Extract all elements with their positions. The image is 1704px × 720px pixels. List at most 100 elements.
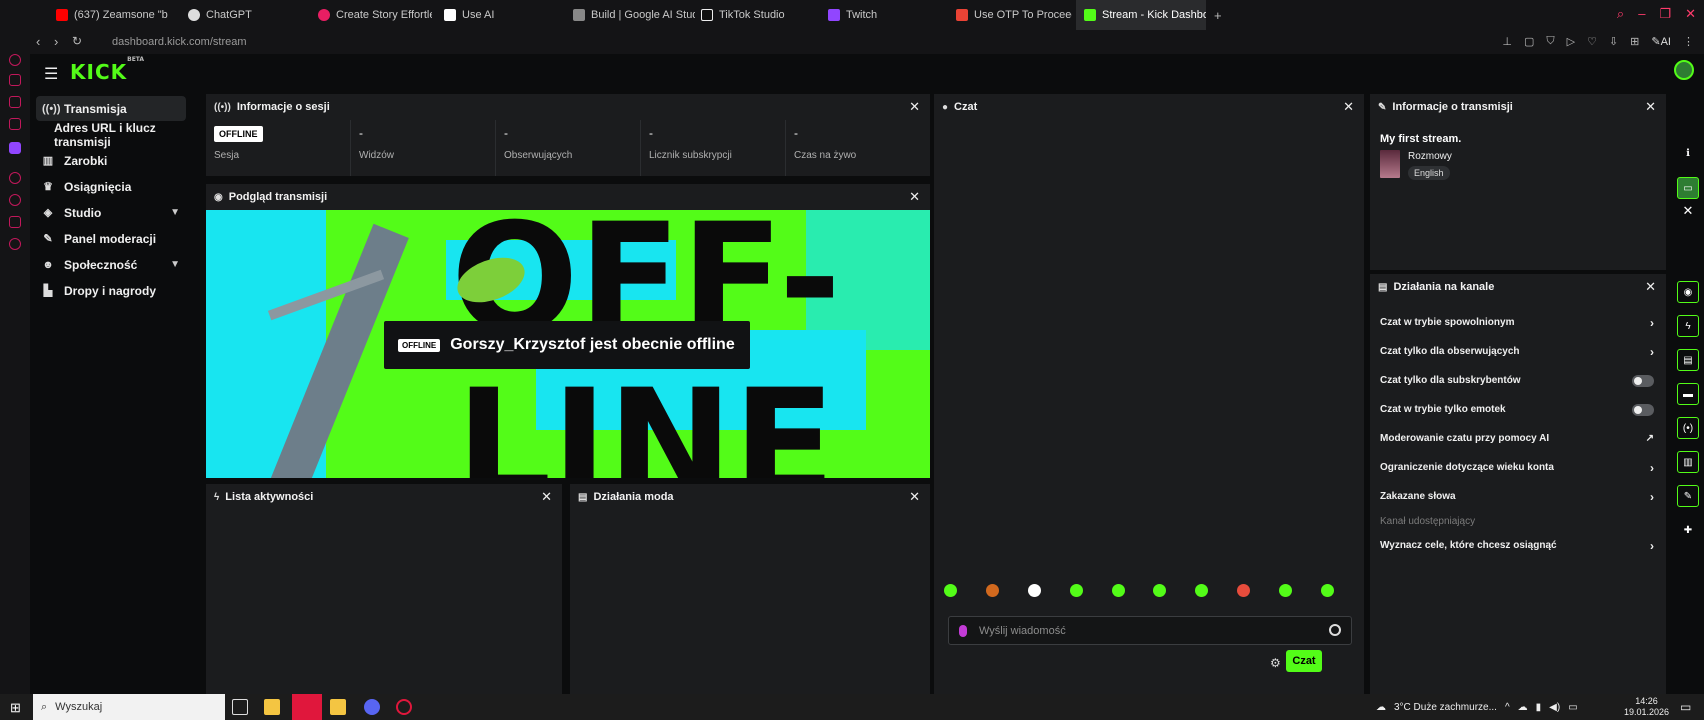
player-icon[interactable]	[9, 172, 21, 184]
gear-icon[interactable]: ⚙	[1270, 656, 1281, 670]
preview-icon[interactable]: ◉	[1677, 281, 1699, 303]
messenger-icon[interactable]	[9, 96, 21, 108]
close-icon[interactable]: ✕	[1645, 279, 1656, 295]
weather-icon[interactable]: ☁	[1376, 702, 1386, 713]
list-icon[interactable]: ▥	[1677, 451, 1699, 473]
settings-icon[interactable]	[9, 238, 21, 250]
notification-icon[interactable]: ▭	[1680, 700, 1691, 714]
tray-overflow-icon[interactable]: ^	[1505, 702, 1510, 713]
sidebar-item-zarobki[interactable]: ▥ Zarobki	[36, 148, 186, 173]
action-followers-only[interactable]: Czat tylko dla obserwujących ›	[1370, 337, 1666, 366]
category-thumbnail[interactable]	[1380, 150, 1400, 178]
close-icon[interactable]: ✕	[1685, 6, 1696, 22]
broadcast-icon[interactable]: (•)	[1677, 417, 1699, 439]
history-icon[interactable]	[9, 194, 21, 206]
forward-icon[interactable]: ›	[54, 34, 58, 49]
chat-message-input[interactable]: Wyślij wiadomość	[948, 616, 1352, 645]
bag-icon[interactable]	[9, 74, 21, 86]
close-icon[interactable]: ✕	[1677, 200, 1699, 222]
add-widget-icon[interactable]: ✚	[1677, 519, 1699, 541]
sidebar-item-stream-key[interactable]: Adres URL i klucz transmisji	[36, 121, 186, 149]
browser-tab-kick-active[interactable]: Stream - Kick Dashboard	[1076, 0, 1206, 30]
info-icon[interactable]: ℹ	[1677, 142, 1699, 164]
network-icon[interactable]: ▮	[1536, 702, 1542, 713]
close-icon[interactable]: ✕	[909, 489, 920, 505]
hamburger-menu-icon[interactable]: ☰	[44, 64, 58, 84]
browser-tab-tiktok[interactable]: TikTok Studio	[693, 0, 813, 30]
emote-icon[interactable]	[1027, 584, 1041, 597]
emote-icon[interactable]	[985, 584, 999, 597]
browser-tab-gmail[interactable]: Use OTP To Proceed - so	[948, 0, 1072, 30]
browser-tab-create-story[interactable]: Create Story Effortlessly w	[310, 0, 432, 30]
back-icon[interactable]: ‹	[36, 34, 40, 49]
emote-icon[interactable]	[1195, 584, 1209, 597]
kick-widget-icon[interactable]: ▭	[1677, 177, 1699, 199]
emote-icon[interactable]	[1069, 584, 1083, 597]
opera-ai-icon[interactable]	[9, 54, 21, 66]
emote-icon[interactable]	[1320, 584, 1334, 597]
sidebar-item-studio[interactable]: ◈ Studio ▼	[36, 200, 186, 225]
sidebar-item-spolecznosc[interactable]: ☻ Społeczność ▼	[36, 252, 186, 277]
reload-icon[interactable]: ↻	[72, 34, 82, 48]
user-avatar[interactable]	[1674, 60, 1694, 80]
sidebar-item-panel-moderacji[interactable]: ✎ Panel moderacji	[36, 226, 186, 251]
opera-taskbar-icon[interactable]	[292, 694, 322, 720]
emote-icon[interactable]	[944, 584, 957, 597]
close-icon[interactable]: ✕	[909, 189, 920, 205]
opera-gx-icon[interactable]	[396, 699, 412, 715]
browser-tab-twitch[interactable]: Twitch	[820, 0, 940, 30]
emote-icon[interactable]	[1279, 584, 1292, 597]
twitch-sidebar-icon[interactable]	[9, 142, 21, 154]
action-slow-mode[interactable]: Czat w trybie spowolnionym ›	[1370, 308, 1666, 337]
windows-start-icon[interactable]: ⊞	[10, 700, 21, 716]
chat-icon[interactable]: ▬	[1677, 383, 1699, 405]
emote-icon[interactable]	[1237, 584, 1251, 597]
wrench-icon[interactable]: ✎	[1677, 485, 1699, 507]
subscribers-only-toggle[interactable]	[1632, 374, 1654, 387]
action-goals[interactable]: Wyznacz cele, które chcesz osiągnąć ›	[1370, 531, 1666, 560]
minimize-icon[interactable]: –	[1638, 6, 1645, 22]
notes-icon[interactable]	[330, 699, 346, 715]
play-icon[interactable]: ▷	[1567, 35, 1575, 48]
url-field[interactable]: dashboard.kick.com/stream	[112, 36, 247, 48]
close-icon[interactable]: ✕	[541, 489, 552, 505]
kick-logo[interactable]: KICKBETA	[70, 56, 144, 84]
ai-button[interactable]: ✎AI	[1651, 35, 1671, 48]
new-tab-button[interactable]: +	[1206, 0, 1230, 30]
youtube-music-icon[interactable]	[9, 118, 21, 130]
action-account-age[interactable]: Ograniczenie dotyczące wieku konta ›	[1370, 453, 1666, 482]
volume-icon[interactable]: ◀)	[1549, 702, 1560, 713]
maximize-icon[interactable]: ❐	[1659, 6, 1671, 22]
chat-send-button[interactable]: Czat	[1286, 650, 1322, 672]
snapshot-icon[interactable]: ▢	[1524, 35, 1534, 48]
extensions-icon[interactable]: ⊞	[1630, 35, 1639, 48]
menu-icon[interactable]: ⋮	[1683, 35, 1694, 48]
pin-icon[interactable]: ⊥	[1502, 35, 1512, 48]
action-ai-moderation[interactable]: Moderowanie czatu przy pomocy AI ↗	[1370, 424, 1666, 453]
bolt-icon[interactable]: ϟ	[1677, 315, 1699, 337]
download-icon[interactable]: ⇩	[1609, 35, 1618, 48]
emote-only-toggle[interactable]	[1632, 403, 1654, 416]
browser-tab-chatgpt[interactable]: ChatGPT	[180, 0, 290, 30]
sidebar-item-transmisja[interactable]: ((•)) Transmisja	[36, 96, 186, 121]
sidebar-item-dropy[interactable]: ▙ Dropy i nagrody	[36, 278, 186, 303]
emoji-icon[interactable]	[1329, 624, 1341, 636]
close-icon[interactable]: ✕	[1343, 99, 1354, 115]
clock[interactable]: 14:26 19.01.2026	[1624, 696, 1669, 718]
close-icon[interactable]: ✕	[1645, 99, 1656, 115]
chat-sidebar-icon[interactable]	[9, 216, 21, 228]
discord-icon[interactable]	[364, 699, 380, 715]
emote-icon[interactable]	[1153, 584, 1167, 597]
microphone-icon[interactable]	[959, 624, 967, 637]
close-icon[interactable]: ✕	[909, 99, 920, 115]
browser-tab-youtube[interactable]: (637) Zeamsone "bb" - Yo	[48, 0, 168, 30]
document-icon[interactable]: ▤	[1677, 349, 1699, 371]
sidebar-item-osiagniecia[interactable]: ♛ Osiągnięcia	[36, 174, 186, 199]
browser-tab-use-ai[interactable]: Use AI	[436, 0, 556, 30]
search-icon[interactable]: ⌕	[1617, 6, 1624, 22]
shield-icon[interactable]: ⛉	[1546, 35, 1554, 48]
heart-icon[interactable]: ♡	[1587, 35, 1597, 48]
cloud-icon[interactable]: ☁	[1518, 702, 1528, 713]
battery-icon[interactable]: ▭	[1568, 702, 1577, 713]
action-banned-words[interactable]: Zakazane słowa ›	[1370, 482, 1666, 511]
